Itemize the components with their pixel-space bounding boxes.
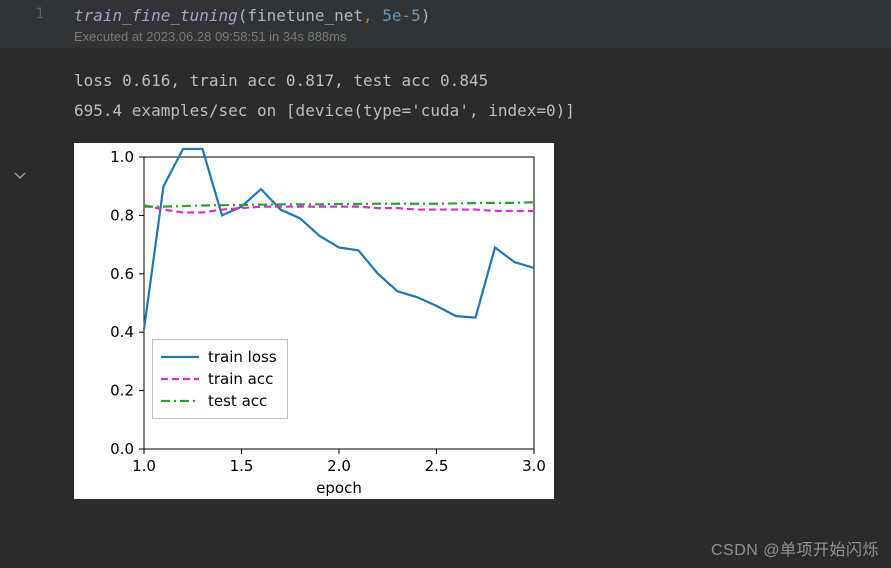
legend-label-test-acc: test acc xyxy=(208,392,267,410)
arg-number: 5e-5 xyxy=(382,6,421,25)
svg-text:2.5: 2.5 xyxy=(425,457,449,475)
chart-svg: 0.0 0.2 0.4 0.6 0.8 1.0 1.0 1.5 2.0 2.5 3.0 epoch xyxy=(74,143,554,499)
code-area[interactable]: train_fine_tuning(finetune_net, 5e-5) Ex… xyxy=(62,0,891,48)
svg-text:1.0: 1.0 xyxy=(110,148,134,166)
code-cell: 1 train_fine_tuning(finetune_net, 5e-5) … xyxy=(0,0,891,48)
svg-text:0.4: 0.4 xyxy=(110,323,134,341)
paren-open: ( xyxy=(238,6,248,25)
svg-text:0.2: 0.2 xyxy=(110,381,134,399)
svg-text:epoch: epoch xyxy=(316,479,362,497)
legend-row-test-acc: test acc xyxy=(161,390,277,412)
svg-text:0.8: 0.8 xyxy=(110,206,134,224)
legend-row-train-loss: train loss xyxy=(161,346,277,368)
gutter: 1 xyxy=(0,0,62,48)
svg-text:2.0: 2.0 xyxy=(327,457,351,475)
execution-metadata: Executed at 2023.06.28 09:58:51 in 34s 8… xyxy=(74,29,891,44)
legend-swatch-test-acc xyxy=(161,394,199,408)
output-line-1: loss 0.616, train acc 0.817, test acc 0.… xyxy=(74,71,488,90)
collapse-chevron-icon[interactable] xyxy=(14,170,26,185)
arg-identifier: finetune_net xyxy=(247,6,363,25)
output-text: loss 0.616, train acc 0.817, test acc 0.… xyxy=(0,48,891,137)
line-number: 1 xyxy=(36,6,44,22)
legend-swatch-train-acc xyxy=(161,372,199,386)
legend-label-train-loss: train loss xyxy=(208,348,277,366)
legend-row-train-acc: train acc xyxy=(161,368,277,390)
legend-label-train-acc: train acc xyxy=(208,370,273,388)
svg-text:1.5: 1.5 xyxy=(230,457,254,475)
legend-swatch-train-loss xyxy=(161,350,199,364)
comma: , xyxy=(363,6,373,25)
output-line-2: 695.4 examples/sec on [device(type='cuda… xyxy=(74,101,575,120)
chart-legend: train loss train acc test acc xyxy=(152,339,288,419)
svg-text:0.6: 0.6 xyxy=(110,265,134,283)
space xyxy=(373,6,383,25)
svg-text:0.0: 0.0 xyxy=(110,440,134,458)
code-line[interactable]: train_fine_tuning(finetune_net, 5e-5) xyxy=(74,6,891,25)
paren-close: ) xyxy=(421,6,431,25)
watermark: CSDN @单项开始闪烁 xyxy=(711,536,879,560)
svg-text:1.0: 1.0 xyxy=(132,457,156,475)
svg-text:3.0: 3.0 xyxy=(522,457,546,475)
function-name: train_fine_tuning xyxy=(74,6,238,25)
chart: 0.0 0.2 0.4 0.6 0.8 1.0 1.0 1.5 2.0 2.5 3.0 epoch t… xyxy=(74,143,554,499)
